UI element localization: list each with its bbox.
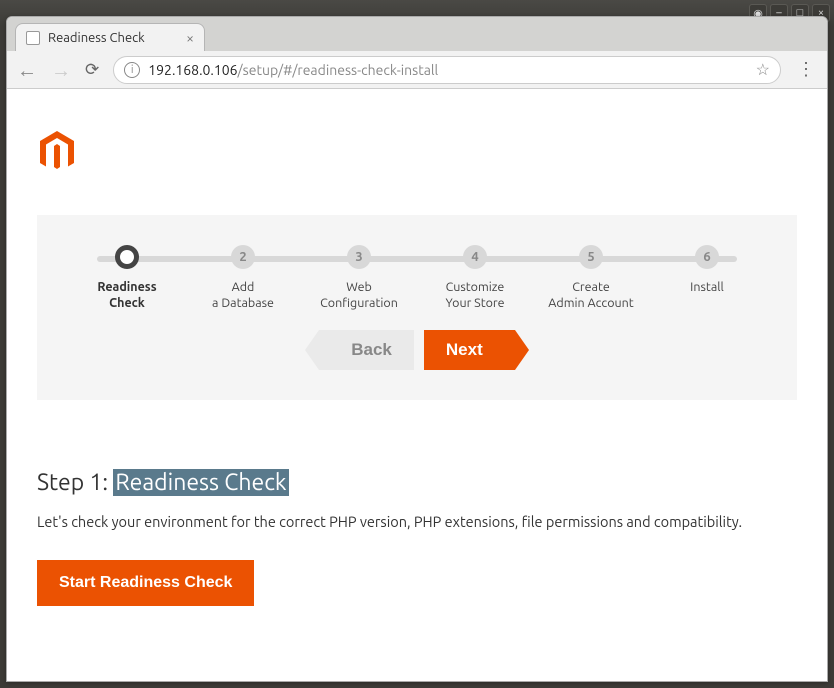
browser-tab[interactable]: Readiness Check ×	[15, 23, 205, 51]
setup-step[interactable]: 3 Web Configuration	[309, 245, 409, 312]
back-icon[interactable]: ←	[17, 60, 37, 80]
step-label: Customize Your Store	[445, 279, 504, 312]
step-circle	[115, 245, 139, 269]
url-path: /setup/#/readiness-check-install	[238, 62, 439, 78]
site-info-icon[interactable]: i	[124, 62, 140, 78]
step-heading: Step 1: Readiness Check	[37, 470, 797, 495]
browser-menu-icon[interactable]: ⋮	[795, 59, 817, 80]
bookmark-star-icon[interactable]: ☆	[756, 60, 770, 79]
step-label: Web Configuration	[320, 279, 398, 312]
step-circle: 2	[231, 245, 255, 269]
setup-step[interactable]: 2 Add a Database	[193, 245, 293, 312]
browser-window: Readiness Check × ← → ⟳ i 192.168.0.106/…	[6, 16, 828, 682]
close-tab-icon[interactable]: ×	[186, 31, 194, 45]
reload-icon[interactable]: ⟳	[85, 60, 99, 80]
step-label: Readiness Check	[97, 279, 156, 312]
browser-tabstrip: Readiness Check ×	[7, 17, 827, 51]
step-circle: 3	[347, 245, 371, 269]
step-circle: 6	[695, 245, 719, 269]
progress-panel: Readiness Check 2 Add a Database 3 Web Confi…	[37, 215, 797, 400]
step-heading-highlight: Readiness Check	[113, 469, 288, 496]
browser-toolbar: ← → ⟳ i 192.168.0.106/setup/#/readiness-…	[7, 51, 827, 89]
step-heading-prefix: Step 1:	[37, 470, 113, 495]
forward-icon: →	[51, 60, 71, 80]
next-button[interactable]: Next	[424, 330, 515, 370]
wizard-nav-buttons: Back Next	[77, 330, 757, 370]
start-readiness-check-button[interactable]: Start Readiness Check	[37, 560, 254, 606]
tab-title: Readiness Check	[48, 31, 145, 45]
setup-step[interactable]: 6 Install	[657, 245, 757, 312]
address-bar[interactable]: i 192.168.0.106/setup/#/readiness-check-…	[113, 56, 781, 84]
step-label: Add a Database	[212, 279, 274, 312]
url-host: 192.168.0.106	[148, 62, 237, 78]
step-circle: 5	[579, 245, 603, 269]
setup-step[interactable]: Readiness Check	[77, 245, 177, 312]
page-content: Readiness Check 2 Add a Database 3 Web Confi…	[7, 89, 827, 681]
setup-steps: Readiness Check 2 Add a Database 3 Web Confi…	[77, 245, 757, 312]
setup-step[interactable]: 4 Customize Your Store	[425, 245, 525, 312]
setup-step[interactable]: 5 Create Admin Account	[541, 245, 641, 312]
magento-logo	[37, 129, 797, 175]
step-description: Let's check your environment for the cor…	[37, 513, 797, 530]
step-label: Create Admin Account	[548, 279, 633, 312]
step-label: Install	[690, 279, 724, 295]
back-button[interactable]: Back	[319, 330, 414, 370]
step-circle: 4	[463, 245, 487, 269]
favicon	[26, 31, 40, 45]
